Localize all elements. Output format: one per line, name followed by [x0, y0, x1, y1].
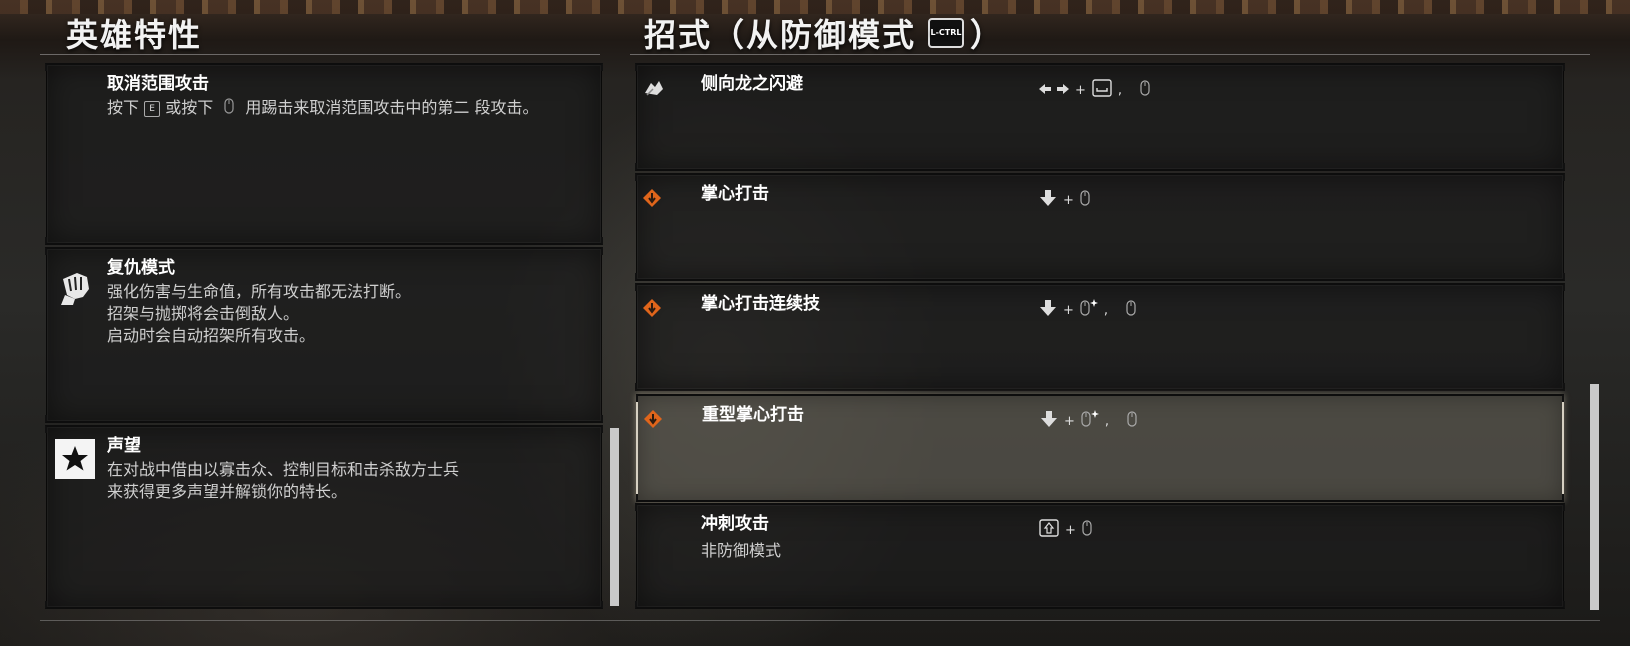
mouse-icon	[1082, 520, 1092, 540]
trait-name: 复仇模式	[107, 258, 175, 278]
comma-symbol: ,	[1103, 302, 1109, 318]
moves-title-suffix: ）	[970, 16, 1005, 54]
mouse-hold-icon	[1081, 410, 1099, 432]
unblockable-icon	[643, 189, 661, 207]
move-combo: + ,	[1039, 79, 1150, 101]
trait-name: 声望	[107, 436, 141, 456]
unblockable-icon	[643, 299, 661, 317]
header-divider-left	[40, 54, 600, 55]
mouse-icon	[1126, 300, 1136, 320]
right-arrow-icon	[1057, 83, 1069, 98]
comma-symbol: ,	[1104, 413, 1110, 429]
plus-symbol: +	[1063, 302, 1074, 318]
down-arrow-icon	[1039, 189, 1057, 211]
trait-description: 强化伤害与生命值，所有攻击都无法打断。 招架与抛掷将会击倒敌人。 启动时会自动招…	[107, 282, 412, 345]
move-name: 重型掌心打击	[702, 405, 804, 425]
move-combo: + ,	[1039, 299, 1136, 321]
traits-scrollbar[interactable]	[610, 428, 619, 606]
mouse-icon	[224, 97, 234, 120]
move-combo: +	[1039, 189, 1090, 211]
plus-symbol: +	[1065, 522, 1076, 538]
trait-name: 取消范围攻击	[107, 74, 209, 94]
comma-symbol: ,	[1117, 82, 1123, 98]
e-key-icon: E	[144, 100, 161, 117]
trait-card[interactable]: 复仇模式 强化伤害与生命值，所有攻击都无法打断。 招架与抛掷将会击倒敌人。 启动…	[45, 247, 603, 423]
unblockable-icon	[644, 410, 662, 428]
mouse-icon	[1140, 80, 1150, 100]
fist-icon	[53, 265, 97, 309]
plus-symbol: +	[1064, 413, 1075, 429]
down-arrow-icon	[1040, 410, 1058, 432]
trait-card[interactable]: 声望 在对战中借由以寡击众、控制目标和击杀敌方士兵 来获得更多声望并解锁你的特长…	[45, 425, 603, 609]
mouse-icon	[1080, 190, 1090, 210]
moves-title-prefix: 招式（从防御模式	[644, 16, 917, 54]
traits-title: 英雄特性	[66, 16, 203, 54]
move-name: 侧向龙之闪避	[701, 74, 803, 94]
trait-card[interactable]: 取消范围攻击 按下 E 或按下 用踢击来取消范围攻击中的第二 段攻击。	[45, 63, 603, 245]
left-arrow-icon	[1039, 83, 1051, 98]
dodge-icon	[643, 79, 665, 97]
mouse-icon	[1127, 411, 1137, 431]
move-name: 掌心打击连续技	[701, 294, 820, 314]
move-card[interactable]: 掌心打击连续技 + ,	[635, 283, 1565, 391]
moves-scrollbar[interactable]	[1590, 384, 1599, 610]
move-combo: + ,	[1040, 410, 1137, 432]
move-combo: +	[1039, 519, 1092, 541]
moves-title: 招式（从防御模式 L-CTRL ）	[644, 10, 1004, 56]
move-card[interactable]: 冲刺攻击 非防御模式 +	[635, 503, 1565, 609]
move-card[interactable]: 掌心打击 +	[635, 173, 1565, 281]
mouse-hold-icon	[1080, 299, 1098, 321]
plus-symbol: +	[1063, 192, 1074, 208]
shift-key-icon	[1039, 519, 1059, 541]
move-subtitle: 非防御模式	[701, 541, 782, 560]
trait-description: 按下 E 或按下 用踢击来取消范围攻击中的第二 段攻击。	[107, 97, 595, 120]
header-divider-right	[630, 54, 1590, 55]
footer-divider	[40, 620, 1600, 621]
trait-description: 在对战中借由以寡击众、控制目标和击杀敌方士兵 来获得更多声望并解锁你的特长。	[107, 460, 460, 501]
move-card[interactable]: 侧向龙之闪避 + ,	[635, 63, 1565, 171]
lctrl-key-icon: L-CTRL	[928, 18, 965, 48]
star-icon	[53, 437, 97, 481]
move-name: 冲刺攻击	[701, 514, 769, 534]
spacebar-key-icon	[1092, 79, 1112, 101]
move-card-selected[interactable]: 重型掌心打击 + ,	[636, 394, 1564, 502]
down-arrow-icon	[1039, 299, 1057, 321]
move-name: 掌心打击	[701, 184, 769, 204]
plus-symbol: +	[1075, 82, 1086, 98]
